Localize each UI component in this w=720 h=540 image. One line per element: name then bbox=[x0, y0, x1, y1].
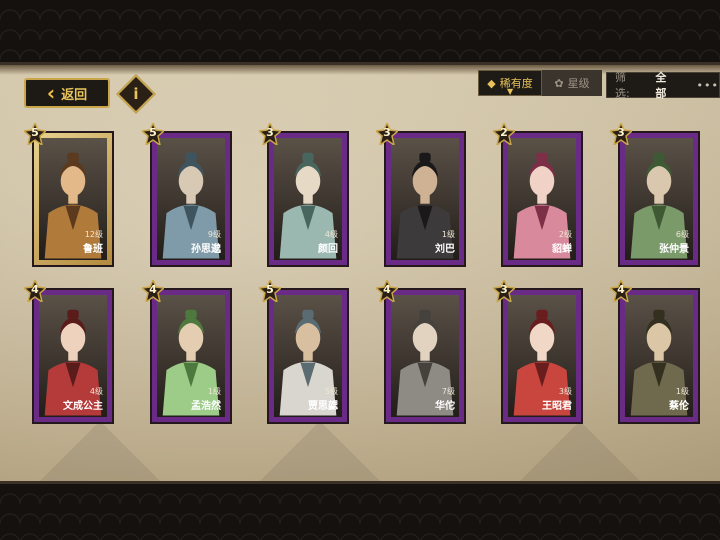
tab-sort-star[interactable]: ✿ 星级 bbox=[542, 70, 602, 96]
filter-value: 全部 bbox=[655, 71, 667, 100]
star-count: 3 bbox=[383, 126, 391, 139]
card-name: 刘巴 bbox=[435, 244, 455, 255]
character-card[interactable]: 1级 孟浩然 4 bbox=[140, 278, 232, 424]
card-level: 1级 bbox=[441, 230, 455, 239]
card-inner: 3级王昭君 bbox=[508, 295, 576, 417]
star-count: 2 bbox=[500, 126, 508, 139]
star-badge: 2 bbox=[491, 121, 517, 147]
back-label: 返回 bbox=[61, 87, 88, 103]
card-inner: 1级刘巴 bbox=[391, 138, 459, 260]
card-inner: 9级孙思邈 bbox=[157, 138, 225, 260]
star-badge: 3 bbox=[491, 278, 517, 304]
card-level: 3级 bbox=[558, 387, 572, 396]
sort-down-icon: ▼ bbox=[507, 87, 514, 96]
character-card[interactable]: 1级 蔡伦 4 bbox=[608, 278, 700, 424]
tab-sort-rarity-label: 稀有度 bbox=[499, 77, 533, 90]
tab-sort-rarity[interactable]: ◆ 稀有度 ▼ bbox=[478, 70, 542, 96]
card-name: 华佗 bbox=[435, 401, 455, 412]
character-card[interactable]: 12级 鲁班 5 bbox=[22, 121, 114, 267]
star-badge: 4 bbox=[374, 278, 400, 304]
card-name: 张仲景 bbox=[659, 244, 689, 255]
card-name: 颜回 bbox=[318, 244, 338, 255]
character-card[interactable]: 7级 华佗 4 bbox=[374, 278, 466, 424]
character-card[interactable]: 3级 王昭君 3 bbox=[491, 278, 583, 424]
card-name: 文成公主 bbox=[63, 401, 103, 412]
star-badge: 3 bbox=[374, 121, 400, 147]
card-inner: 1级孟浩然 bbox=[157, 295, 225, 417]
card-inner: 1级蔡伦 bbox=[625, 295, 693, 417]
card-name: 王昭君 bbox=[542, 401, 572, 412]
card-inner: 4级颜回 bbox=[274, 138, 342, 260]
tab-sort-star-label: 星级 bbox=[567, 77, 590, 90]
star-badge: 3 bbox=[608, 121, 634, 147]
mountain-decor bbox=[260, 421, 380, 481]
rarity-diamond-icon: ◆ bbox=[487, 76, 496, 90]
card-level: 5级 bbox=[324, 387, 338, 396]
card-level: 4级 bbox=[324, 230, 338, 239]
back-button[interactable]: ‹ 返回 bbox=[24, 78, 110, 108]
card-inner: 12级鲁班 bbox=[39, 138, 107, 260]
card-level: 1级 bbox=[207, 387, 221, 396]
card-inner: 4级文成公主 bbox=[39, 295, 107, 417]
star-count: 4 bbox=[617, 283, 625, 296]
card-level: 6级 bbox=[675, 230, 689, 239]
star-count: 3 bbox=[266, 126, 274, 139]
character-card[interactable]: 1级 刘巴 3 bbox=[374, 121, 466, 267]
top-pattern-band bbox=[0, 0, 720, 62]
card-name: 孙思邈 bbox=[191, 244, 221, 255]
card-name: 蔡伦 bbox=[669, 401, 689, 412]
character-card[interactable]: 5级 贾思勰 5 bbox=[257, 278, 349, 424]
star-badge: 3 bbox=[257, 121, 283, 147]
star-badge: 4 bbox=[22, 278, 48, 304]
star-count: 4 bbox=[149, 283, 157, 296]
star-count: 5 bbox=[149, 126, 157, 139]
card-level: 4级 bbox=[89, 387, 103, 396]
star-badge: 5 bbox=[22, 121, 48, 147]
card-inner: 6级张仲景 bbox=[625, 138, 693, 260]
card-name: 贾思勰 bbox=[308, 401, 338, 412]
star-badge: 5 bbox=[257, 278, 283, 304]
filter-label: 筛选: bbox=[615, 71, 630, 100]
star-badge: 5 bbox=[140, 121, 166, 147]
mountain-decor bbox=[520, 421, 640, 481]
card-level: 12级 bbox=[84, 230, 103, 239]
character-card[interactable]: 6级 张仲景 3 bbox=[608, 121, 700, 267]
star-badge: 4 bbox=[608, 278, 634, 304]
card-inner: 5级贾思勰 bbox=[274, 295, 342, 417]
card-inner: 2级貂蝉 bbox=[508, 138, 576, 260]
star-count: 5 bbox=[31, 126, 39, 139]
star-count: 4 bbox=[31, 283, 39, 296]
chevron-left-icon: ‹ bbox=[46, 81, 56, 105]
star-count: 3 bbox=[500, 283, 508, 296]
bottom-pattern-band bbox=[0, 484, 720, 540]
star-badge: 4 bbox=[140, 278, 166, 304]
filter-dropdown[interactable]: 筛选: 全部 ••• bbox=[606, 71, 720, 100]
card-level: 2级 bbox=[558, 230, 572, 239]
card-inner: 7级华佗 bbox=[391, 295, 459, 417]
star-count: 4 bbox=[383, 283, 391, 296]
character-card[interactable]: 9级 孙思邈 5 bbox=[140, 121, 232, 267]
character-card[interactable]: 4级 文成公主 4 bbox=[22, 278, 114, 424]
card-level: 7级 bbox=[441, 387, 455, 396]
card-level: 1级 bbox=[675, 387, 689, 396]
star-count: 3 bbox=[617, 126, 625, 139]
more-icon: ••• bbox=[696, 78, 719, 92]
star-count: 5 bbox=[266, 283, 274, 296]
character-card[interactable]: 2级 貂蝉 2 bbox=[491, 121, 583, 267]
character-card[interactable]: 4级 颜回 3 bbox=[257, 121, 349, 267]
card-name: 孟浩然 bbox=[191, 401, 221, 412]
info-icon: i bbox=[133, 85, 139, 103]
card-level: 9级 bbox=[207, 230, 221, 239]
card-name: 鲁班 bbox=[83, 244, 103, 255]
mountain-decor bbox=[40, 421, 160, 481]
card-name: 貂蝉 bbox=[552, 244, 572, 255]
star-flower-icon: ✿ bbox=[554, 76, 564, 90]
